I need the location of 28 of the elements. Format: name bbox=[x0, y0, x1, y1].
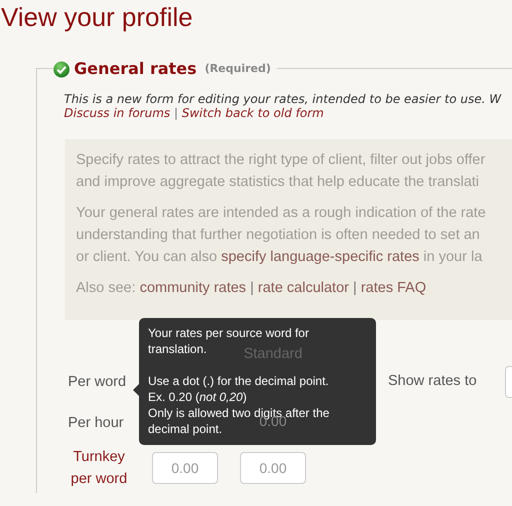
rate-input[interactable]: 0.00 bbox=[152, 452, 218, 484]
rate-input[interactable]: 0.00 bbox=[240, 452, 306, 484]
tooltip-text: Your rates per source word for bbox=[148, 325, 309, 341]
info-paragraph: Specify rates to attract the right type of client, filter out jobs offer and improve aggregate statistics that help educate the translati bbox=[76, 151, 486, 192]
tooltip-text: Use a dot (.) for the decimal point. bbox=[148, 373, 329, 389]
also-see-label: Also see: bbox=[76, 280, 136, 296]
page-title: View your profile bbox=[0, 1, 194, 34]
inline-link[interactable]: specify language-specific rates bbox=[221, 249, 420, 265]
rate-label-link[interactable]: Turnkey per word bbox=[68, 446, 130, 490]
required-note: (Required) bbox=[204, 60, 271, 77]
resource-link[interactable]: rates FAQ bbox=[360, 280, 426, 296]
rate-label: Per hour bbox=[68, 414, 125, 433]
separator: | bbox=[250, 280, 254, 296]
separator: | bbox=[353, 280, 357, 296]
section-title: General rates bbox=[74, 58, 197, 80]
show-rates-label: Show rates to bbox=[388, 372, 478, 392]
resource-link[interactable]: rate calculator bbox=[258, 280, 349, 296]
form-link[interactable]: Discuss in forums bbox=[64, 106, 170, 120]
tooltip-text: translation. bbox=[148, 341, 207, 357]
intro-text: This is a new form for editing your rates, intended to be easier to use. W bbox=[64, 91, 502, 107]
tooltip-text: decimal point. bbox=[148, 421, 222, 437]
info-paragraph: Your general rates are intended as a rough indication of the rate understanding that further negotiation is often needed to set an or client. You can also specify language-specific rates in your la bbox=[76, 204, 487, 267]
rate-label: Per word bbox=[68, 373, 128, 392]
tooltip-text: Ex. 0.20 (not 0,20) bbox=[148, 389, 247, 405]
form-link[interactable]: Switch back to old form bbox=[182, 106, 324, 120]
resource-link[interactable]: community rates bbox=[140, 280, 246, 296]
separator: | bbox=[174, 106, 178, 120]
select-field[interactable] bbox=[505, 366, 512, 398]
